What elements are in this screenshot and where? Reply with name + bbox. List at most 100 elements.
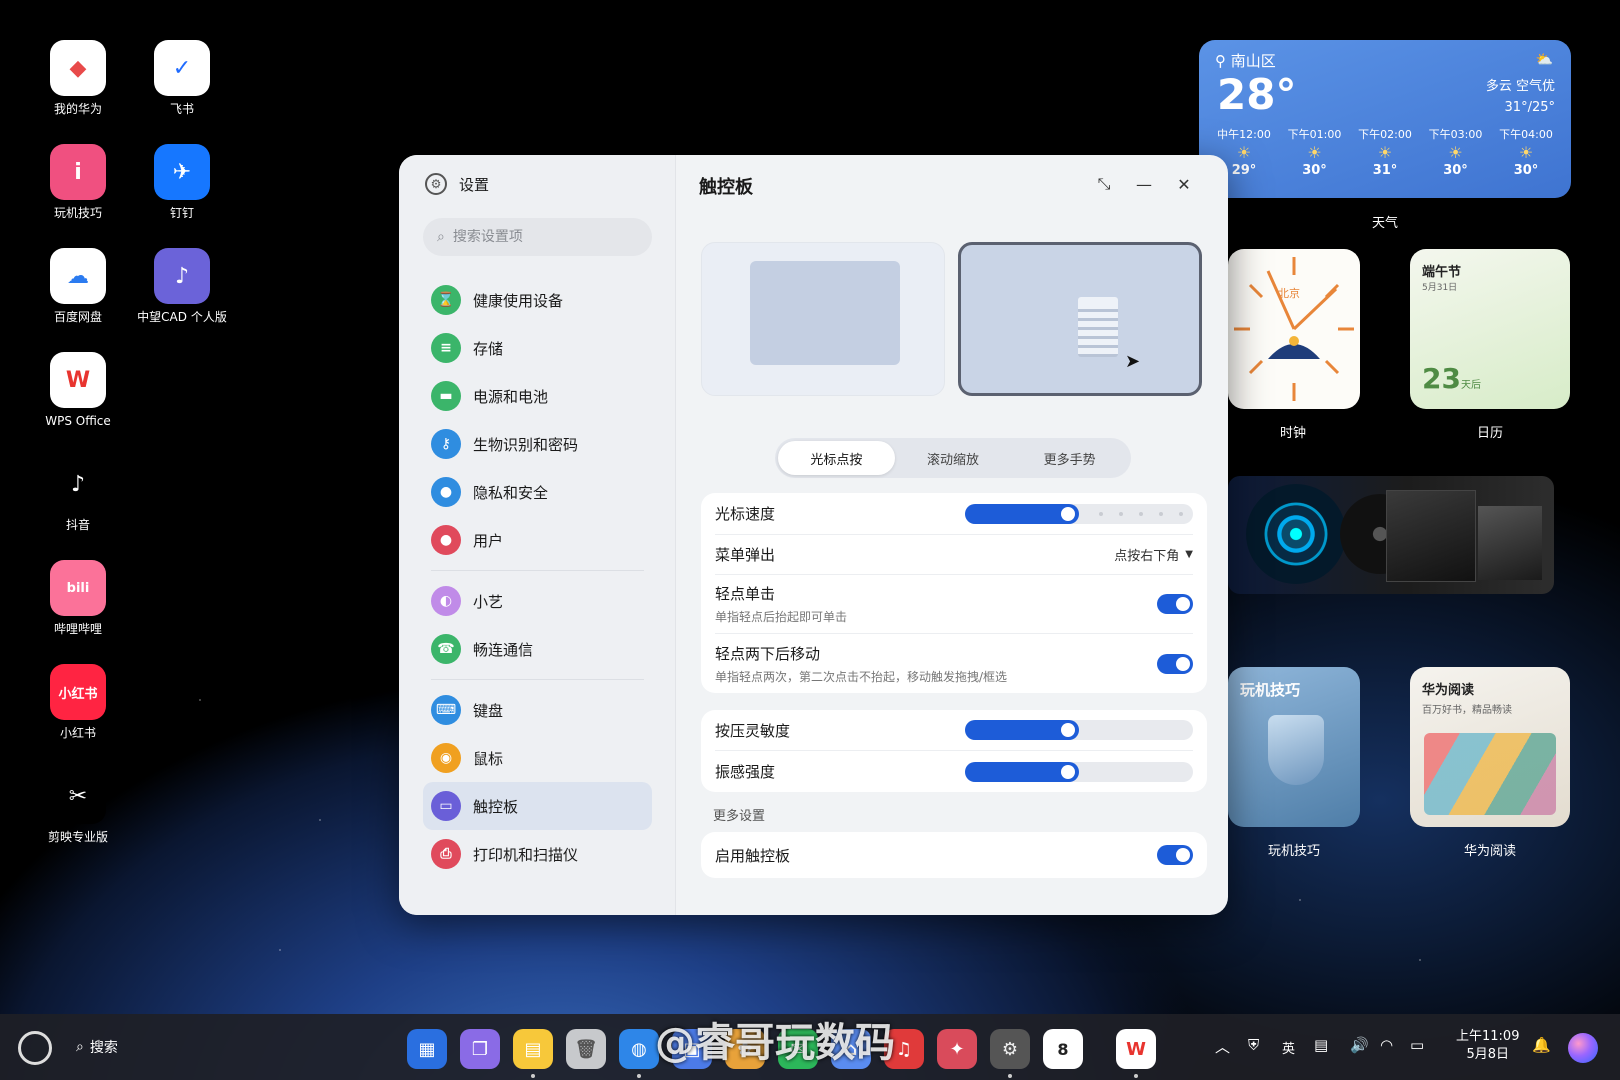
slider-knob[interactable] — [1061, 723, 1075, 737]
slider-knob[interactable] — [1061, 764, 1075, 779]
restore-window-icon[interactable]: ⤡ — [1091, 171, 1117, 197]
desktop-icon-label: 玩机技巧 — [53, 206, 102, 220]
sidebar-item[interactable]: ▭ 触控板 — [423, 782, 652, 830]
start-button[interactable] — [18, 1031, 52, 1065]
taskbar-clock[interactable]: 上午11:09 5月8日 — [1456, 1028, 1519, 1064]
tab-more-gestures[interactable]: 更多手势 — [1011, 441, 1128, 475]
slider-knob[interactable] — [1061, 506, 1075, 521]
menu-popup-dropdown[interactable]: 点按右下角 ▼ — [1114, 545, 1193, 564]
clipboard-icon[interactable]: ▤ — [1314, 1036, 1328, 1054]
app-icon: ♪ — [154, 248, 210, 304]
security-shield-icon[interactable]: ⛨ — [1248, 1036, 1259, 1054]
chevron-up-icon[interactable]: ︿ — [1215, 1036, 1230, 1057]
browser-icon[interactable]: ◍ — [619, 1029, 659, 1069]
multitask-icon[interactable]: ❐ — [460, 1029, 500, 1069]
music-widget[interactable] — [1228, 476, 1554, 594]
nav-divider — [431, 570, 644, 571]
double-tap-move-toggle[interactable] — [1157, 653, 1193, 674]
weather-hour: 下午02:00 ☀ 31° — [1352, 126, 1418, 180]
trash-icon[interactable]: 🗑 — [566, 1029, 606, 1069]
tap-click-row: 轻点单击 单指轻点后抬起即可单击 — [715, 575, 1193, 634]
touchpad-illustration — [750, 261, 900, 365]
desktop-icon[interactable]: ♪ 抖音 — [28, 456, 128, 533]
sidebar-item[interactable]: ⌨ 键盘 — [423, 686, 652, 734]
cursor-speed-slider[interactable] — [965, 503, 1193, 524]
input-method-indicator[interactable]: 英 — [1282, 1038, 1295, 1057]
close-window-icon[interactable]: ✕ — [1171, 171, 1197, 197]
touchpad-settings-card-3: 启用触控板 — [701, 832, 1207, 878]
calendar-widget[interactable]: 端午节 5月31日 23天后 — [1410, 249, 1570, 409]
tab-scroll-zoom[interactable]: 滚动缩放 — [895, 441, 1012, 475]
settings-search-box[interactable]: ⌕ — [423, 218, 652, 256]
notes-icon[interactable]: ▤ — [513, 1029, 553, 1069]
tips-widget[interactable]: 玩机技巧 — [1228, 667, 1360, 827]
gallery-app-icon[interactable]: ✦ — [937, 1029, 977, 1069]
touchpad-settings-card-1: 光标速度 菜单弹出 点按右下角 ▼ 轻点单击 单指轻点后抬起即可单击 轻点两下后… — [701, 493, 1207, 693]
desktop-icon-label: 哔哩哔哩 — [53, 622, 102, 636]
sidebar-item-label: 小艺 — [473, 592, 504, 611]
minimize-window-icon[interactable]: — — [1131, 171, 1157, 197]
desktop-icon[interactable]: ✓ 飞书 — [132, 40, 232, 117]
press-sensitivity-slider[interactable] — [965, 720, 1193, 740]
desktop-icon[interactable]: ✈ 钉钉 — [132, 144, 232, 221]
clock-widget[interactable]: 北京 — [1228, 249, 1360, 409]
settings-search-input[interactable] — [452, 229, 623, 245]
double-tap-move-label: 轻点两下后移动 — [715, 644, 821, 663]
tap-click-toggle[interactable] — [1157, 594, 1193, 614]
desktop-icon[interactable]: ◆ 我的华为 — [28, 40, 128, 117]
assistant-orb-icon[interactable] — [1568, 1033, 1598, 1063]
settings-nav-list: ⌛ 健康使用设备 ≡ 存储 ▬ 电源和电池 ⚷ 生物识别和密码 ● 隐私和安全 ● 用户 ◐ 小艺 ☎ 畅连通… — [423, 276, 652, 878]
reading-widget[interactable]: 华为阅读 百万好书，精品畅读 — [1410, 667, 1570, 827]
enable-touchpad-toggle[interactable] — [1157, 845, 1193, 865]
sidebar-item[interactable]: ● 用户 — [423, 516, 652, 564]
battery-icon[interactable]: ▭ — [1410, 1036, 1424, 1054]
sidebar-item[interactable]: ◉ 鼠标 — [423, 734, 652, 782]
weather-hour-temp: 30° — [1302, 163, 1327, 178]
sidebar-item[interactable]: ≡ 存储 — [423, 324, 652, 372]
weather-hour-time: 下午01:00 — [1287, 128, 1342, 141]
desktop-icon[interactable]: ✂ 剪映专业版 — [28, 768, 128, 845]
sidebar-item-label: 打印机和扫描仪 — [473, 845, 579, 864]
sidebar-item[interactable]: ⌛ 健康使用设备 — [423, 276, 652, 324]
desktop-icon-label: 百度网盘 — [53, 310, 102, 324]
tap-click-label: 轻点单击 — [715, 585, 776, 603]
desktop-icon[interactable]: ♪ 中望CAD 个人版 — [132, 248, 232, 325]
tab-cursor-tap[interactable]: 光标点按 — [778, 441, 895, 475]
calendar-event-title: 端午节 — [1422, 265, 1462, 280]
vibration-slider[interactable] — [965, 761, 1193, 782]
sun-icon: ☀ — [1448, 143, 1463, 162]
sidebar-item-label: 用户 — [473, 531, 504, 550]
wifi-icon[interactable]: ◠ — [1380, 1036, 1393, 1054]
sidebar-item[interactable]: ☎ 畅连通信 — [423, 625, 652, 673]
wps-office-icon[interactable]: W — [1116, 1029, 1156, 1069]
vibration-label: 振感强度 — [715, 763, 776, 781]
settings-app-icon[interactable]: ⚙ — [990, 1029, 1030, 1069]
desktop-icon[interactable]: ☁ 百度网盘 — [28, 248, 128, 325]
tips-widget-label: 玩机技巧 — [1267, 844, 1320, 859]
menu-popup-row[interactable]: 菜单弹出 点按右下角 ▼ — [715, 535, 1193, 575]
app-grid-icon[interactable]: ▦ — [407, 1029, 447, 1069]
volume-icon[interactable]: 🔊 — [1350, 1036, 1369, 1054]
tips-widget-title: 玩机技巧 — [1240, 681, 1301, 699]
gesture-preview-tap[interactable] — [701, 242, 945, 396]
slider-tick — [1159, 511, 1163, 516]
cursor-speed-row: 光标速度 — [715, 493, 1193, 535]
reading-widget-title: 华为阅读 — [1422, 683, 1475, 698]
sidebar-item[interactable]: ● 隐私和安全 — [423, 468, 652, 516]
taskbar-search-button[interactable]: ⌕ 搜索 — [76, 1037, 118, 1057]
desktop-icon[interactable]: bili 哔哩哔哩 — [28, 560, 128, 637]
sidebar-item[interactable]: ◐ 小艺 — [423, 577, 652, 625]
sidebar-item[interactable]: ⚷ 生物识别和密码 — [423, 420, 652, 468]
notification-bell-icon[interactable]: 🔔 — [1532, 1036, 1551, 1054]
desktop-icon[interactable]: W WPS Office — [28, 352, 128, 429]
weather-widget[interactable]: ⚲ 南山区 ⛅ 28° 多云 空气优 31°/25° 中午12:00 ☀ 29° 下午… — [1199, 40, 1571, 198]
desktop-icon[interactable]: 小红书 小红书 — [28, 664, 128, 741]
gesture-preview-secondary-click[interactable]: ➤ — [958, 242, 1202, 396]
sidebar-item[interactable]: ▬ 电源和电池 — [423, 372, 652, 420]
press-sensitivity-row: 按压灵敏度 — [715, 710, 1193, 751]
sidebar-item[interactable]: ⎙ 打印机和扫描仪 — [423, 830, 652, 878]
calendar-app-icon[interactable]: 8 — [1043, 1029, 1083, 1069]
enable-touchpad-row: 启用触控板 — [715, 832, 1193, 878]
desktop-icon[interactable]: i 玩机技巧 — [28, 144, 128, 221]
double-tap-move-row: 轻点两下后移动 单指轻点两次，第二次点击不抬起，移动触发拖拽/框选 — [715, 634, 1193, 693]
